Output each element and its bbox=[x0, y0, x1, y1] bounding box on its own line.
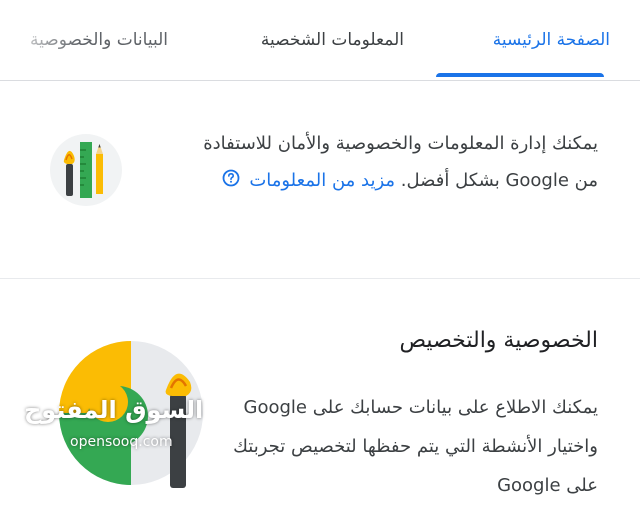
tools-illustration bbox=[50, 134, 122, 206]
privacy-personalization-card[interactable]: الخصوصية والتخصيص يمكنك الاطلاع على بيان… bbox=[0, 300, 640, 496]
card-description: يمكنك الاطلاع على بيانات حسابك على Googl… bbox=[233, 397, 598, 496]
active-tab-indicator bbox=[436, 73, 604, 77]
learn-more-link[interactable]: مزيد من المعلومات bbox=[249, 170, 395, 191]
tab-scroll-fade bbox=[0, 0, 80, 79]
tab-home[interactable]: الصفحة الرئيسية bbox=[493, 30, 610, 50]
tab-personal-info[interactable]: المعلومات الشخصية bbox=[261, 30, 404, 50]
privacy-illustration bbox=[56, 338, 206, 488]
tab-bar: الصفحة الرئيسية المعلومات الشخصية البيان… bbox=[0, 0, 640, 81]
intro-text: يمكنك إدارة المعلومات والخصوصية والأمان … bbox=[198, 125, 598, 200]
help-circle-icon[interactable] bbox=[222, 163, 240, 200]
intro-section: يمكنك إدارة المعلومات والخصوصية والأمان … bbox=[0, 80, 640, 279]
card-title: الخصوصية والتخصيص bbox=[399, 328, 598, 353]
